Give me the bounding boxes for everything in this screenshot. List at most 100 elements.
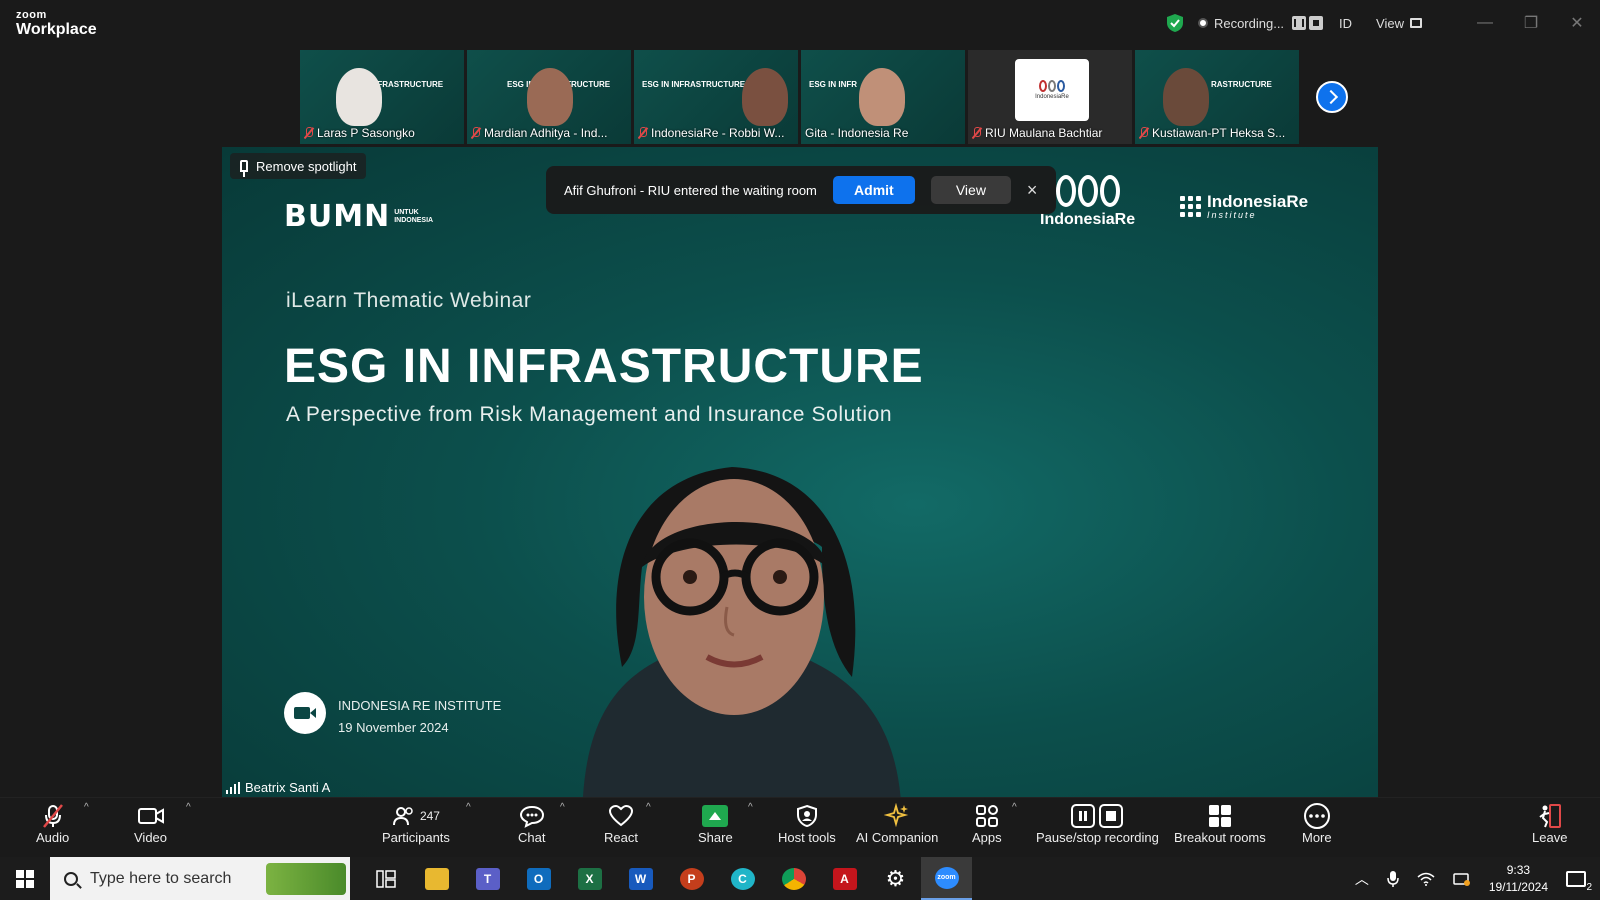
participant-video [527, 68, 573, 126]
taskbar-excel[interactable]: X [564, 857, 615, 900]
chrome-icon [781, 867, 806, 890]
taskbar-file-explorer[interactable] [411, 857, 462, 900]
share-screen-button[interactable]: Share [698, 802, 733, 845]
sparkle-icon [884, 803, 909, 828]
folder-icon [424, 867, 449, 890]
react-options-chevron-icon[interactable]: ^ [646, 802, 651, 813]
battery-display-icon[interactable] [1453, 871, 1471, 887]
participant-tile[interactable]: RASTRUCTURE Kustiawan-PT Heksa S... [1135, 50, 1299, 144]
wifi-icon[interactable] [1417, 871, 1435, 887]
apps-options-chevron-icon[interactable]: ^ [1012, 802, 1017, 813]
notification-center-icon[interactable]: 2 [1566, 870, 1592, 893]
minimize-icon[interactable]: — [1462, 14, 1508, 32]
remove-spotlight-label: Remove spotlight [256, 158, 357, 174]
more-label: More [1302, 830, 1332, 845]
remove-spotlight-button[interactable]: Remove spotlight [230, 153, 367, 179]
host-tools-button[interactable]: Host tools [778, 802, 836, 845]
admit-button[interactable]: Admit [832, 176, 915, 204]
participant-video [1163, 68, 1209, 126]
taskbar-chrome[interactable] [768, 857, 819, 900]
windows-taskbar: Type here to search T O X W P C A ⚙ zoom… [0, 857, 1600, 900]
pause-recording-button[interactable] [1292, 16, 1307, 30]
video-button[interactable]: Video [134, 802, 167, 845]
speaker-video [583, 467, 901, 797]
language-indicator[interactable]: ID [1339, 16, 1352, 31]
ai-companion-button[interactable]: AI Companion [856, 802, 938, 845]
next-page-button[interactable] [1316, 81, 1348, 113]
participant-tile[interactable]: IndonesiaRe RIU Maulana Bachtiar [968, 50, 1132, 144]
audio-options-chevron-icon[interactable]: ^ [84, 802, 89, 813]
chat-bubble-icon [519, 805, 544, 828]
pause-stop-icon [1071, 804, 1124, 828]
canva-icon: C [730, 867, 755, 890]
slide-tagline: A Perspective from Risk Management and I… [286, 403, 893, 426]
video-options-chevron-icon[interactable]: ^ [186, 802, 191, 813]
taskbar-word[interactable]: W [615, 857, 666, 900]
settings-gear-icon: ⚙ [885, 865, 906, 891]
taskbar-outlook[interactable]: O [513, 857, 564, 900]
react-button[interactable]: React [604, 802, 638, 845]
tile-slide-text: RASTRUCTURE [1211, 80, 1272, 89]
word-icon: W [628, 867, 653, 890]
participants-options-chevron-icon[interactable]: ^ [466, 802, 471, 813]
task-view-button[interactable] [360, 857, 411, 900]
view-label: View [1376, 15, 1404, 31]
participant-name: RIU Maulana Bachtiar [985, 126, 1103, 140]
meeting-toolbar: Audio ^ Video ^ 247 Participants ^ Chat … [0, 797, 1600, 857]
participant-name: Kustiawan-PT Heksa S... [1152, 126, 1286, 140]
muted-microphone-icon [42, 804, 63, 828]
participants-icon [392, 807, 413, 826]
muted-mic-icon [1139, 127, 1148, 139]
participant-tile[interactable]: ESG IN INFRASTRUCTURE Mardian Adhitya - … [467, 50, 631, 144]
view-waiting-button[interactable]: View [930, 176, 1011, 204]
share-options-chevron-icon[interactable]: ^ [748, 802, 753, 813]
participant-tile[interactable]: ESG IN INFRASTRUCTURE Laras P Sasongko [300, 50, 464, 144]
stop-recording-button[interactable] [1309, 16, 1324, 30]
muted-mic-icon [471, 127, 480, 139]
taskbar-zoom[interactable]: zoom [921, 857, 972, 900]
view-button[interactable]: View [1376, 16, 1422, 31]
breakout-rooms-button[interactable]: Breakout rooms [1174, 802, 1266, 845]
participant-video [859, 68, 905, 126]
leave-door-icon [1539, 804, 1561, 828]
audio-button[interactable]: Audio [36, 802, 69, 845]
pause-stop-recording-button[interactable]: Pause/stop recording [1036, 802, 1159, 845]
close-notification-button[interactable]: × [1027, 180, 1038, 201]
taskbar-search-box[interactable]: Type here to search [50, 857, 350, 900]
security-shield-icon[interactable] [1166, 13, 1184, 33]
taskbar-teams[interactable]: T [462, 857, 513, 900]
chat-button[interactable]: Chat [518, 802, 545, 845]
powerpoint-icon: P [679, 867, 704, 890]
brand-bottom: Workplace [16, 21, 97, 38]
taskbar-powerpoint[interactable]: P [666, 857, 717, 900]
bumn-logo-sub2: INDONESIA [394, 216, 434, 224]
apps-button[interactable]: Apps [972, 802, 1002, 845]
participant-tile[interactable]: ESG IN INFRASTRUCTURE IndonesiaRe - Robb… [634, 50, 798, 144]
outlook-icon: O [526, 867, 551, 890]
taskbar-canva[interactable]: C [717, 857, 768, 900]
participants-button[interactable]: 247 Participants [382, 802, 450, 845]
taskbar-settings[interactable]: ⚙ [870, 857, 921, 900]
heart-reaction-icon [608, 804, 633, 827]
more-dots-icon [1303, 803, 1330, 829]
recording-status: Recording... [1213, 15, 1285, 31]
taskbar-acrobat[interactable]: A [819, 857, 870, 900]
teams-icon: T [475, 867, 500, 890]
acrobat-icon: A [832, 867, 857, 890]
slide-date: 19 November 2024 [338, 720, 449, 735]
chevron-up-icon[interactable]: ︿ [1355, 869, 1369, 889]
participants-count: 247 [419, 809, 440, 823]
chat-options-chevron-icon[interactable]: ^ [560, 802, 565, 813]
participant-tile[interactable]: ESG IN INFR Gita - Indonesia Re [801, 50, 965, 144]
clock-date: 19/11/2024 [1488, 879, 1548, 894]
title-bar: zoom Workplace Recording... ID View — ❐ … [0, 0, 1600, 48]
taskbar-clock[interactable]: 9:33 19/11/2024 [1489, 862, 1548, 896]
restore-icon[interactable]: ❐ [1508, 13, 1554, 33]
participant-name: IndonesiaRe - Robbi W... [651, 126, 785, 140]
leave-meeting-button[interactable]: Leave [1532, 802, 1567, 845]
microphone-tray-icon[interactable] [1387, 870, 1399, 888]
start-button[interactable] [0, 869, 50, 888]
slide-title: ESG IN INFRASTRUCTURE [284, 340, 924, 393]
close-window-icon[interactable]: ✕ [1554, 13, 1600, 33]
more-button[interactable]: More [1302, 802, 1332, 845]
